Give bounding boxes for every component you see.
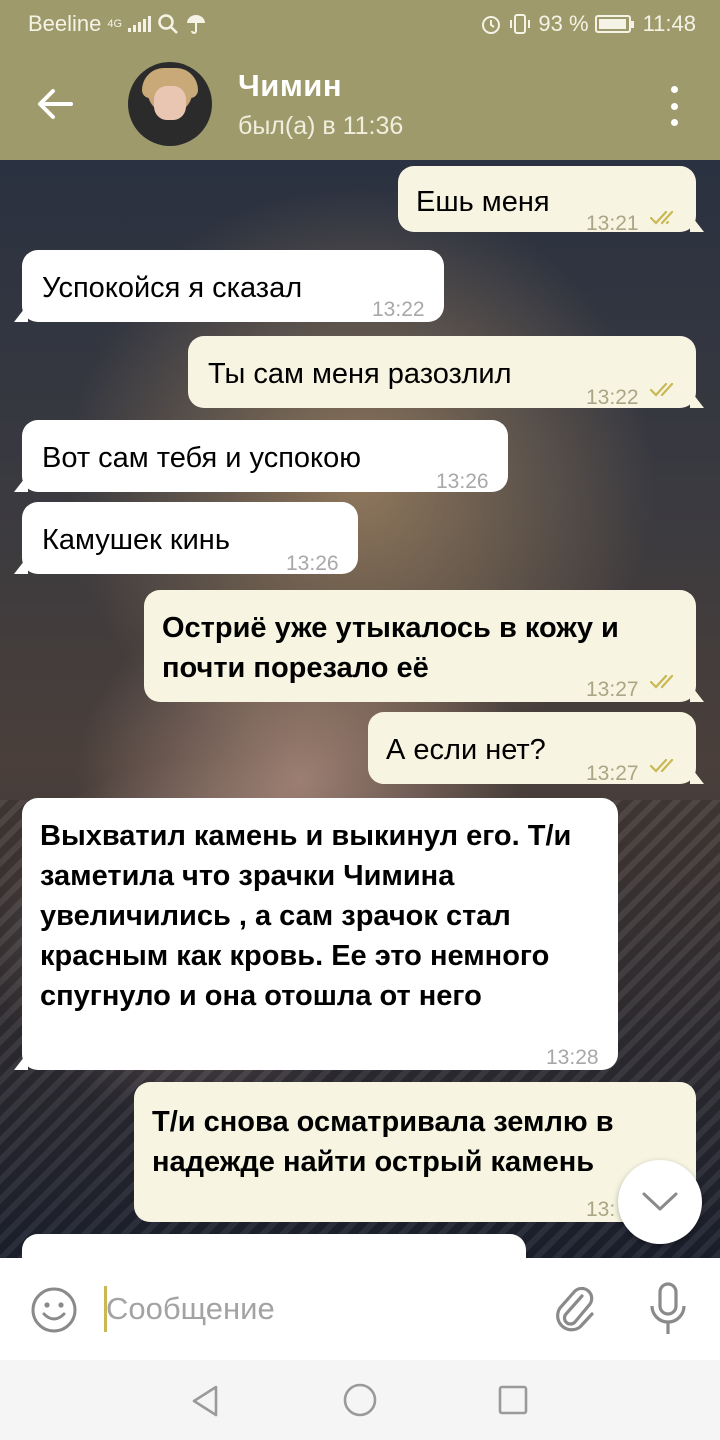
chat-header: Чимин был(а) в 11:36 bbox=[0, 48, 720, 160]
message-text: Т/и снова осматривала землю в надежде на… bbox=[152, 1106, 614, 1178]
search-icon bbox=[158, 14, 178, 34]
message-text: Камушек кинь bbox=[42, 524, 230, 556]
message-composer bbox=[0, 1258, 720, 1360]
message-time: 13:22 bbox=[372, 298, 425, 321]
message-text: Ешь меня bbox=[416, 186, 550, 218]
vibrate-icon bbox=[510, 14, 531, 34]
signal-icon bbox=[128, 16, 152, 32]
message-time: 13:26 bbox=[286, 552, 339, 575]
message-text: Выхватил камень и выкинул его. Т/и замет… bbox=[40, 820, 572, 1012]
message-outgoing[interactable]: Ты сам меня разозлил 13:22 bbox=[188, 336, 696, 409]
message-incoming[interactable]: Вот сам тебя и успокою 13:26 bbox=[22, 420, 508, 493]
message-outgoing[interactable]: Т/и снова осматривала землю в надежде на… bbox=[134, 1082, 696, 1222]
microphone-icon[interactable] bbox=[648, 1282, 688, 1336]
message-text: Вот сам тебя и успокою bbox=[42, 442, 361, 474]
message-time: 13:27 bbox=[586, 762, 639, 785]
system-navigation-bar bbox=[0, 1360, 720, 1440]
message-time: 13:28 bbox=[546, 1046, 599, 1069]
nav-home-icon[interactable] bbox=[342, 1382, 378, 1418]
battery-percent: 93 % bbox=[538, 11, 589, 36]
message-text: Ты сам меня разозлил bbox=[208, 358, 512, 390]
message-time: 13:26 bbox=[436, 470, 489, 493]
last-seen-status: был(а) в 11:36 bbox=[238, 111, 404, 140]
message-time: 13:22 bbox=[586, 386, 639, 409]
alarm-icon bbox=[482, 16, 501, 34]
message-input[interactable] bbox=[106, 1278, 526, 1340]
message-incoming[interactable]: Камушек кинь 13:26 bbox=[22, 502, 358, 575]
message-incoming[interactable]: Выхватил камень и выкинул его. Т/и замет… bbox=[22, 798, 618, 1070]
paperclip-icon[interactable] bbox=[552, 1284, 598, 1334]
emoji-icon[interactable] bbox=[30, 1286, 78, 1334]
umbrella-icon bbox=[187, 15, 206, 34]
message-outgoing[interactable]: Остриё уже утыкалось в кожу и почти поре… bbox=[144, 590, 696, 702]
message-text: Успокойся я сказал bbox=[42, 272, 303, 304]
message-incoming-partial[interactable] bbox=[22, 1234, 526, 1258]
chat-background: Ешь меня 13:21 Успокойся я сказал 13:22 … bbox=[0, 160, 720, 1258]
message-time: 13:21 bbox=[586, 212, 639, 235]
contact-info[interactable]: Чимин был(а) в 11:36 bbox=[238, 68, 403, 141]
message-incoming[interactable]: Успокойся я сказал 13:22 bbox=[22, 250, 444, 322]
read-ticks-icon bbox=[650, 758, 674, 773]
message-text: А если нет? bbox=[386, 734, 546, 766]
message-outgoing[interactable]: А если нет? 13:27 bbox=[368, 712, 696, 785]
battery-icon bbox=[594, 15, 634, 33]
nav-recents-icon[interactable] bbox=[497, 1384, 529, 1416]
clock: 11:48 bbox=[642, 11, 696, 36]
message-time: 13: bbox=[586, 1198, 616, 1221]
more-options-button[interactable] bbox=[664, 86, 684, 126]
chevron-down-icon bbox=[642, 1192, 678, 1211]
back-button[interactable] bbox=[0, 48, 110, 160]
contact-name: Чимин bbox=[238, 67, 343, 103]
network-type: 4G bbox=[107, 18, 123, 30]
carrier-label: Beeline bbox=[28, 11, 102, 36]
read-ticks-icon bbox=[650, 674, 674, 689]
message-outgoing[interactable]: Ешь меня 13:21 bbox=[398, 166, 696, 235]
scroll-to-bottom-button[interactable] bbox=[618, 1160, 702, 1244]
contact-avatar[interactable] bbox=[128, 62, 212, 146]
read-ticks-icon bbox=[650, 382, 674, 397]
message-time: 13:27 bbox=[586, 678, 639, 701]
arrow-left-icon bbox=[38, 89, 73, 119]
read-ticks-icon bbox=[650, 210, 674, 225]
nav-back-icon[interactable] bbox=[190, 1384, 220, 1418]
status-bar: Beeline 4G 93 % 11:48 bbox=[0, 0, 720, 48]
